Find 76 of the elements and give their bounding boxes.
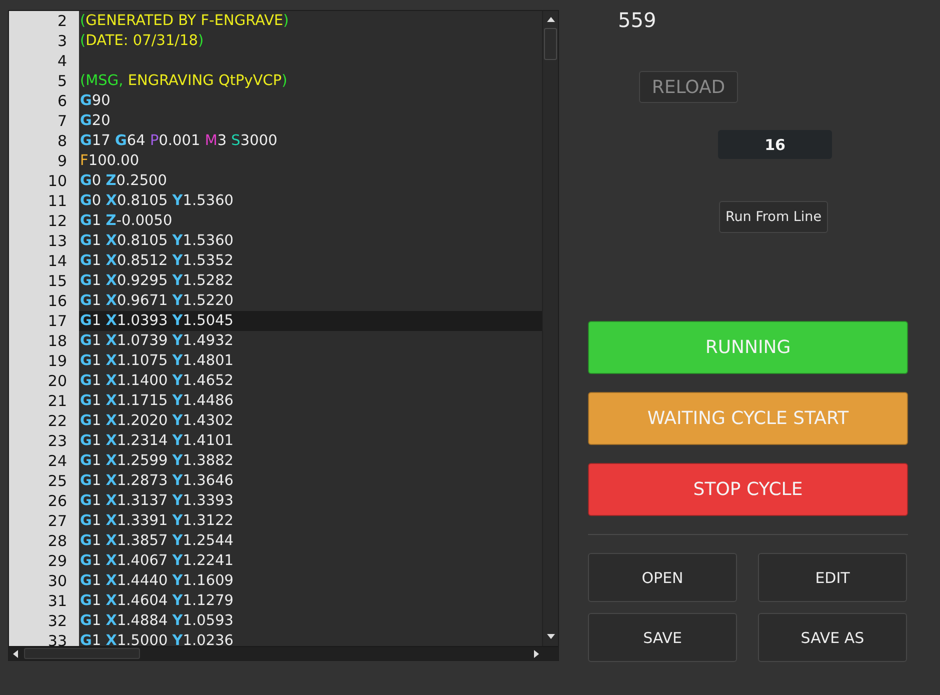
line-number: 4 [57, 52, 67, 70]
code-line: G1 X1.1075 Y1.4801 [80, 353, 234, 369]
line-number: 31 [48, 592, 67, 610]
line-number: 32 [48, 612, 67, 630]
line-number: 16 [48, 292, 67, 310]
line-number: 17 [48, 312, 67, 330]
line-number: 9 [57, 152, 67, 170]
line-number: 10 [48, 172, 67, 190]
code-line: G1 X1.2020 Y1.4302 [80, 413, 234, 429]
line-number: 26 [48, 492, 67, 510]
line-number: 8 [57, 132, 67, 150]
code-line: G1 X1.4604 Y1.1279 [80, 593, 234, 609]
code-line: G1 X1.0393 Y1.5045 [80, 313, 234, 329]
code-line: G1 X1.4440 Y1.1609 [80, 573, 234, 589]
line-number: 24 [48, 452, 67, 470]
line-number: 23 [48, 432, 67, 450]
line-number: 25 [48, 472, 67, 490]
code-line: G1 X0.8105 Y1.5360 [80, 233, 234, 249]
line-number: 19 [48, 352, 67, 370]
scrollbar-thumb[interactable] [544, 28, 557, 60]
line-number: 5 [57, 72, 67, 90]
line-number: 22 [48, 412, 67, 430]
code-line: (MSG, ENGRAVING QtPyVCP) [80, 73, 288, 89]
code-line: G0 X0.8105 Y1.5360 [80, 193, 234, 209]
line-number: 21 [48, 392, 67, 410]
file-button[interactable]: SAVE AS [758, 613, 907, 662]
line-number: 18 [48, 332, 67, 350]
file-button[interactable]: EDIT [758, 553, 907, 602]
line-number: 29 [48, 552, 67, 570]
code-editor[interactable] [8, 10, 559, 661]
code-line: G1 X1.2599 Y1.3882 [80, 453, 234, 469]
code-line: G1 X1.4884 Y1.0593 [80, 613, 234, 629]
code-line: G1 X1.1400 Y1.4652 [80, 373, 234, 389]
run-from-line-button[interactable]: Run From Line [719, 201, 828, 233]
line-number: 11 [48, 192, 67, 210]
code-line: G1 X0.8512 Y1.5352 [80, 253, 234, 269]
code-line: G90 [80, 93, 110, 109]
code-line: F100.00 [80, 153, 140, 169]
line-number: 6 [57, 92, 67, 110]
vertical-scrollbar[interactable] [542, 11, 558, 646]
code-line: G1 X0.9295 Y1.5282 [80, 273, 234, 289]
code-line: G1 X1.5000 Y1.0236 [80, 633, 234, 646]
line-number: 20 [48, 372, 67, 390]
code-line: G1 Z-0.0050 [80, 213, 172, 229]
line-number: 7 [57, 112, 67, 130]
file-button[interactable]: SAVE [588, 613, 737, 662]
code-line: G1 X1.2873 Y1.3646 [80, 473, 234, 489]
horizontal-scrollbar[interactable] [9, 646, 558, 660]
code-line: G1 X1.2314 Y1.4101 [80, 433, 234, 449]
line-number-field[interactable]: 16 [718, 130, 832, 159]
line-number: 12 [48, 212, 67, 230]
code-line: (GENERATED BY F-ENGRAVE) [80, 13, 289, 29]
code-line: G1 X1.1715 Y1.4486 [80, 393, 234, 409]
line-number: 27 [48, 512, 67, 530]
line-number: 15 [48, 272, 67, 290]
line-number: 13 [48, 232, 67, 250]
code-line: G1 X1.0739 Y1.4932 [80, 333, 234, 349]
line-number: 30 [48, 572, 67, 590]
line-number: 33 [48, 632, 67, 646]
file-button[interactable]: OPEN [588, 553, 737, 602]
code-line: G1 X0.9671 Y1.5220 [80, 293, 234, 309]
code-line: (DATE: 07/31/18) [80, 33, 204, 49]
line-number: 2 [57, 12, 67, 30]
code-line: G1 X1.4067 Y1.2241 [80, 553, 234, 569]
code-line: G1 X1.3857 Y1.2544 [80, 533, 234, 549]
code-line: G1 X1.3137 Y1.3393 [80, 493, 234, 509]
line-number: 14 [48, 252, 67, 270]
line-count: 559 [618, 9, 658, 31]
scrollbar-thumb[interactable] [24, 648, 140, 659]
code-line: G1 X1.3391 Y1.3122 [80, 513, 234, 529]
line-number: 28 [48, 532, 67, 550]
code-line: G17 G64 P0.001 M3 S3000 [80, 133, 278, 149]
line-number: 3 [57, 32, 67, 50]
code-line: G0 Z0.2500 [80, 173, 168, 189]
status-button[interactable]: STOP CYCLE [588, 463, 908, 516]
code-line: G20 [80, 113, 110, 129]
